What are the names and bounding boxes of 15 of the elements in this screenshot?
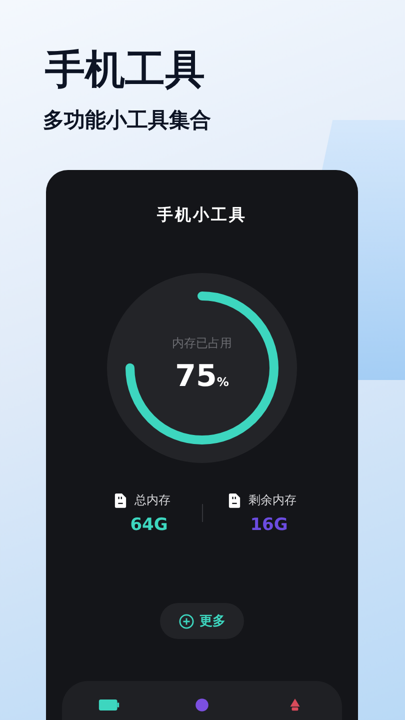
subtitle: 多功能小工具集合 (43, 107, 211, 134)
stat-label: 总内存 (134, 492, 170, 508)
gauge-label: 内存已占用 (172, 334, 232, 352)
stat-value: 16G (250, 514, 288, 537)
gauge-value: 75 (175, 360, 217, 394)
memory-card-icon (114, 492, 126, 508)
stat-label: 剩余内存 (248, 492, 296, 508)
app-title: 手机小工具 (157, 205, 247, 225)
headline: 手机工具 (45, 46, 205, 95)
more-button[interactable]: 更多 (160, 603, 244, 639)
plus-icon (178, 614, 194, 628)
battery-icon[interactable] (98, 697, 120, 713)
gauge-unit: % (216, 374, 229, 388)
stat-value: 64G (130, 514, 168, 537)
memory-card-icon (228, 492, 240, 508)
